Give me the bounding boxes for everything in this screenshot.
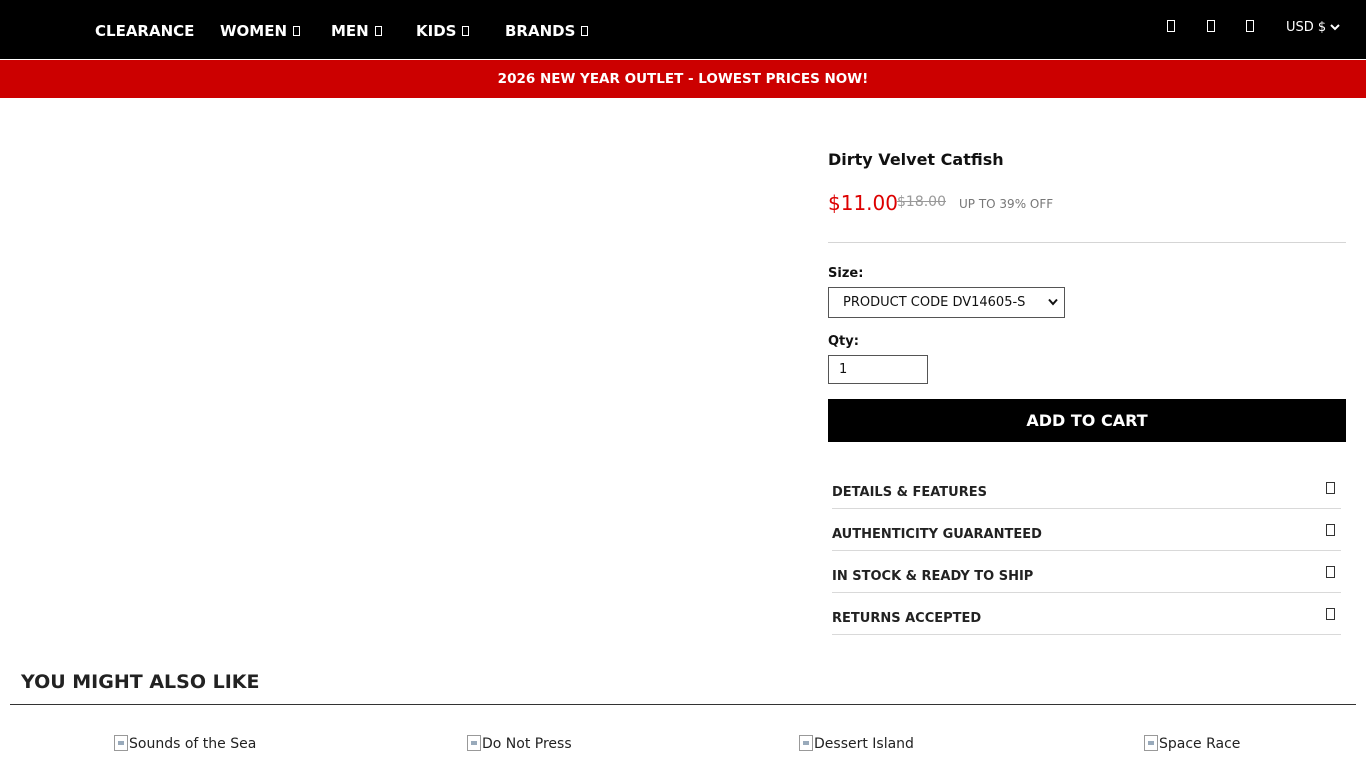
accordion-label: DETAILS & FEATURES [832, 485, 987, 500]
search-icon[interactable] [1167, 20, 1175, 32]
chevron-down-icon [1330, 24, 1340, 31]
recommended-product[interactable]: Do Not Press [467, 735, 572, 752]
currency-selector[interactable]: USD $ [1286, 18, 1340, 38]
chevron-down-icon [1048, 298, 1058, 306]
product-image-alt: Sounds of the Sea [129, 736, 257, 752]
broken-image-icon [467, 735, 481, 751]
nav-item-brands[interactable]: BRANDS [505, 21, 589, 41]
expand-icon [1326, 566, 1335, 578]
product-image-alt: Dessert Island [814, 736, 914, 752]
product-image-alt: Do Not Press [482, 736, 572, 752]
broken-image-icon [114, 735, 128, 751]
original-price: $18.00 [897, 194, 946, 210]
expand-icon [1326, 608, 1335, 620]
dropdown-icon [293, 26, 301, 36]
accordion-details-features[interactable]: DETAILS & FEATURES [832, 467, 1341, 509]
size-selected-value: PRODUCT CODE DV14605-S [843, 295, 1026, 310]
product-image-alt: Space Race [1159, 736, 1241, 752]
recommendations-heading: YOU MIGHT ALSO LIKE [21, 671, 260, 693]
recommended-product[interactable]: Sounds of the Sea [114, 735, 256, 752]
promo-text: 2026 NEW YEAR OUTLET - LOWEST PRICES NOW… [497, 71, 869, 87]
accordion-authenticity[interactable]: AUTHENTICITY GUARANTEED [832, 509, 1341, 551]
divider [10, 704, 1356, 705]
nav-item-label: KIDS [416, 22, 457, 40]
accordion-returns[interactable]: RETURNS ACCEPTED [832, 593, 1341, 635]
size-select[interactable]: PRODUCT CODE DV14605-S [828, 287, 1065, 318]
cart-icon[interactable] [1246, 20, 1254, 32]
recommended-product[interactable]: Space Race [1144, 735, 1240, 752]
nav-item-men[interactable]: MEN [331, 21, 382, 41]
accordion-label: IN STOCK & READY TO SHIP [832, 569, 1034, 584]
expand-icon [1326, 482, 1335, 494]
divider [828, 242, 1346, 243]
nav-item-label: CLEARANCE [95, 22, 195, 40]
add-to-cart-button[interactable]: ADD TO CART [828, 399, 1346, 442]
accordion-in-stock[interactable]: IN STOCK & READY TO SHIP [832, 551, 1341, 593]
nav-item-clearance[interactable]: CLEARANCE [95, 21, 194, 41]
nav-item-label: BRANDS [505, 22, 576, 40]
nav-item-label: MEN [331, 22, 369, 40]
size-label: Size: [828, 266, 864, 281]
promo-banner[interactable]: 2026 NEW YEAR OUTLET - LOWEST PRICES NOW… [0, 60, 1366, 98]
expand-icon [1326, 524, 1335, 536]
nav-item-kids[interactable]: KIDS [416, 21, 470, 41]
nav-item-women[interactable]: WOMEN [220, 21, 301, 41]
dropdown-icon [581, 26, 589, 36]
dropdown-icon [374, 26, 382, 36]
top-nav-bar: CLEARANCE WOMEN MEN KIDS BRANDS USD $ [0, 0, 1366, 59]
recommended-product[interactable]: Dessert Island [799, 735, 914, 752]
accordion-label: RETURNS ACCEPTED [832, 611, 982, 626]
discount-badge: UP TO 39% OFF [959, 197, 1054, 211]
account-icon[interactable] [1207, 20, 1215, 32]
accordion-label: AUTHENTICITY GUARANTEED [832, 527, 1042, 542]
currency-label: USD $ [1286, 20, 1327, 35]
product-title: Dirty Velvet Catfish [828, 150, 1004, 169]
broken-image-icon [799, 735, 813, 751]
quantity-input[interactable]: 1 [828, 355, 928, 384]
qty-label: Qty: [828, 334, 859, 349]
dropdown-icon [462, 26, 470, 36]
broken-image-icon [1144, 735, 1158, 751]
nav-item-label: WOMEN [220, 22, 288, 40]
sale-price: $11.00 [828, 191, 898, 215]
